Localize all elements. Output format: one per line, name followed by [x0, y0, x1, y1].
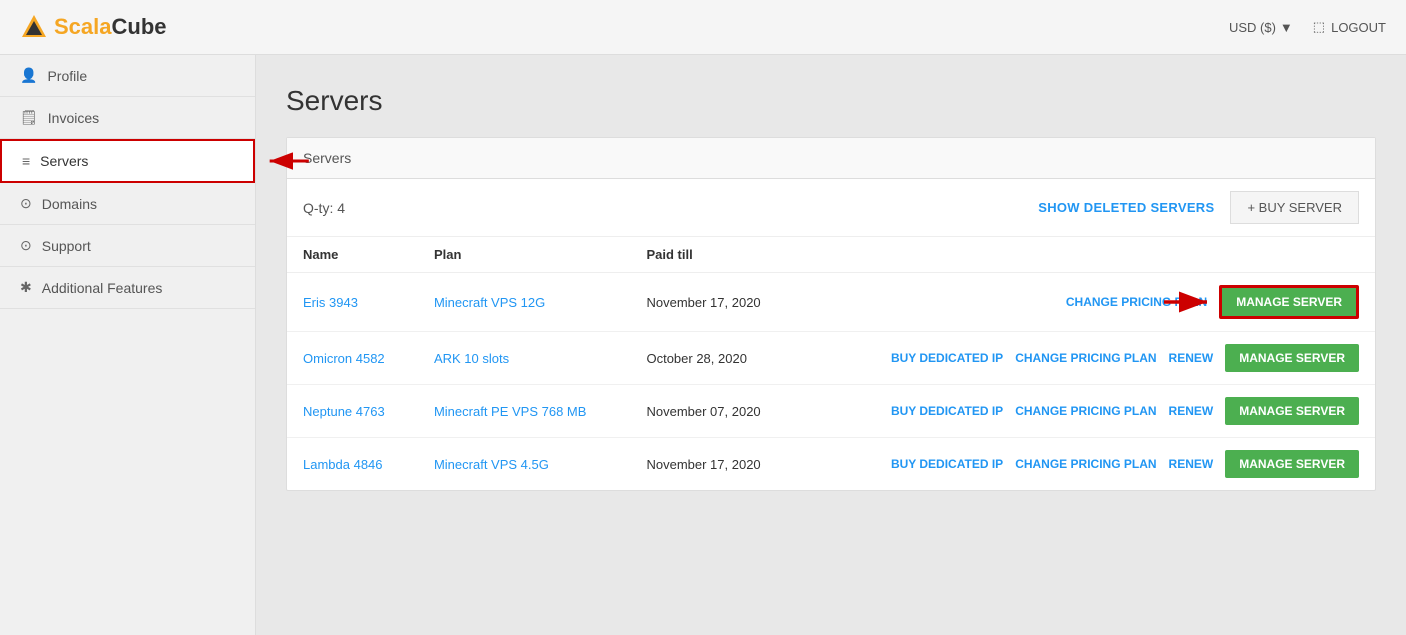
show-deleted-servers-button[interactable]: SHOW DELETED SERVERS: [1038, 200, 1214, 215]
sidebar-item-servers[interactable]: ≡ Servers: [0, 139, 255, 183]
renew-button[interactable]: RENEW: [1169, 457, 1214, 471]
manage-server-container: MANAGE SERVER: [1225, 397, 1359, 425]
manage-server-container: MANAGE SERVER: [1219, 285, 1359, 319]
buy-dedicated-ip-button[interactable]: BUY DEDICATED IP: [891, 351, 1003, 365]
support-icon: ⊙: [20, 237, 32, 254]
logout-label: LOGOUT: [1331, 20, 1386, 35]
currency-selector[interactable]: USD ($) ▼: [1229, 20, 1293, 35]
buy-server-button[interactable]: + BUY SERVER: [1230, 191, 1359, 224]
manage-server-button[interactable]: MANAGE SERVER: [1225, 450, 1359, 478]
server-name-link[interactable]: Lambda 4846: [303, 457, 383, 472]
main-content: Servers Servers Q-ty: 4 SHOW DELETED SER…: [256, 55, 1406, 635]
logo-cube-text: Cube: [112, 14, 167, 40]
layout: 👤 Profile 🗒 Invoices ≡ Servers ⊙ Domains: [0, 55, 1406, 635]
cell-paid-till: November 07, 2020: [630, 385, 798, 438]
server-name-link[interactable]: Omicron 4582: [303, 351, 385, 366]
server-plan-link[interactable]: Minecraft VPS 4.5G: [434, 457, 549, 472]
sidebar: 👤 Profile 🗒 Invoices ≡ Servers ⊙ Domains: [0, 55, 256, 635]
logo-icon: [20, 13, 48, 41]
sidebar-item-profile[interactable]: 👤 Profile: [0, 55, 255, 97]
cell-paid-till: November 17, 2020: [630, 438, 798, 491]
servers-arrow-annotation: [263, 146, 313, 176]
manage-server-container: MANAGE SERVER: [1225, 344, 1359, 372]
col-actions: [799, 237, 1375, 273]
server-plan-link[interactable]: Minecraft VPS 12G: [434, 295, 545, 310]
manage-server-container: MANAGE SERVER: [1225, 450, 1359, 478]
col-paid-till: Paid till: [630, 237, 798, 273]
domains-icon: ⊙: [20, 195, 32, 212]
sidebar-item-profile-label: Profile: [47, 68, 87, 84]
action-cell: BUY DEDICATED IP CHANGE PRICING PLAN RENEW…: [815, 344, 1359, 372]
cell-actions: CHANGE PRICING PLAN MANAGE SERVER: [799, 273, 1375, 332]
sidebar-item-additional-features[interactable]: ✱ Additional Features: [0, 267, 255, 309]
manage-server-button[interactable]: MANAGE SERVER: [1219, 285, 1359, 319]
sidebar-item-invoices-label: Invoices: [48, 110, 99, 126]
table-row: Omicron 4582 ARK 10 slots October 28, 2020…: [287, 332, 1375, 385]
cell-name: Eris 3943: [287, 273, 418, 332]
change-pricing-plan-button[interactable]: CHANGE PRICING PLAN: [1015, 457, 1156, 471]
action-cell: BUY DEDICATED IP CHANGE PRICING PLAN RENEW…: [815, 397, 1359, 425]
servers-table: Name Plan Paid till Eris 3943 Minecraft V…: [287, 237, 1375, 490]
table-header-row: Name Plan Paid till: [287, 237, 1375, 273]
panel-header: Servers: [287, 138, 1375, 179]
action-cell: BUY DEDICATED IP CHANGE PRICING PLAN RENEW…: [815, 450, 1359, 478]
cell-actions: BUY DEDICATED IP CHANGE PRICING PLAN RENEW…: [799, 332, 1375, 385]
cell-name: Omicron 4582: [287, 332, 418, 385]
qty-label: Q-ty: 4: [303, 200, 345, 216]
buy-dedicated-ip-button[interactable]: BUY DEDICATED IP: [891, 457, 1003, 471]
servers-panel: Servers Q-ty: 4 SHOW DELETED SERVERS + B…: [286, 137, 1376, 491]
cell-plan: ARK 10 slots: [418, 332, 631, 385]
col-name: Name: [287, 237, 418, 273]
buy-dedicated-ip-button[interactable]: BUY DEDICATED IP: [891, 404, 1003, 418]
action-cell: CHANGE PRICING PLAN MANAGE SERVER: [815, 285, 1359, 319]
sidebar-item-support[interactable]: ⊙ Support: [0, 225, 255, 267]
sidebar-item-invoices[interactable]: 🗒 Invoices: [0, 97, 255, 139]
currency-dropdown-icon: ▼: [1280, 20, 1293, 35]
manage-server-button[interactable]: MANAGE SERVER: [1225, 397, 1359, 425]
server-plan-link[interactable]: ARK 10 slots: [434, 351, 509, 366]
server-name-link[interactable]: Neptune 4763: [303, 404, 385, 419]
change-pricing-plan-button[interactable]: CHANGE PRICING PLAN: [1015, 404, 1156, 418]
header-right: USD ($) ▼ ⬚ LOGOUT: [1229, 19, 1386, 35]
invoices-icon: 🗒: [20, 109, 38, 126]
table-row: Neptune 4763 Minecraft PE VPS 768 MB Novem…: [287, 385, 1375, 438]
person-icon: 👤: [20, 67, 37, 84]
server-plan-link[interactable]: Minecraft PE VPS 768 MB: [434, 404, 586, 419]
manage-server-arrow-annotation: [1159, 288, 1214, 316]
sidebar-item-domains[interactable]: ⊙ Domains: [0, 183, 255, 225]
toolbar-right: SHOW DELETED SERVERS + BUY SERVER: [1038, 191, 1359, 224]
sidebar-item-support-label: Support: [42, 238, 91, 254]
cell-actions: BUY DEDICATED IP CHANGE PRICING PLAN RENEW…: [799, 385, 1375, 438]
logo: ScalaCube: [20, 13, 167, 41]
cell-paid-till: October 28, 2020: [630, 332, 798, 385]
logout-icon: ⬚: [1313, 19, 1325, 35]
change-pricing-plan-button[interactable]: CHANGE PRICING PLAN: [1015, 351, 1156, 365]
sidebar-item-additional-features-label: Additional Features: [42, 280, 163, 296]
renew-button[interactable]: RENEW: [1169, 351, 1214, 365]
logo-scala-text: Scala: [54, 14, 112, 40]
logout-button[interactable]: ⬚ LOGOUT: [1313, 19, 1386, 35]
panel-toolbar: Q-ty: 4 SHOW DELETED SERVERS + BUY SERVE…: [287, 179, 1375, 237]
table-row: Lambda 4846 Minecraft VPS 4.5G November 17…: [287, 438, 1375, 491]
sidebar-item-servers-label: Servers: [40, 153, 88, 169]
header: ScalaCube USD ($) ▼ ⬚ LOGOUT: [0, 0, 1406, 55]
table-row: Eris 3943 Minecraft VPS 12G November 17, 2…: [287, 273, 1375, 332]
cell-name: Lambda 4846: [287, 438, 418, 491]
cell-plan: Minecraft VPS 4.5G: [418, 438, 631, 491]
server-name-link[interactable]: Eris 3943: [303, 295, 358, 310]
page-title: Servers: [286, 85, 1376, 117]
col-plan: Plan: [418, 237, 631, 273]
cell-name: Neptune 4763: [287, 385, 418, 438]
manage-server-button[interactable]: MANAGE SERVER: [1225, 344, 1359, 372]
cell-paid-till: November 17, 2020: [630, 273, 798, 332]
additional-features-icon: ✱: [20, 279, 32, 296]
cell-plan: Minecraft VPS 12G: [418, 273, 631, 332]
cell-plan: Minecraft PE VPS 768 MB: [418, 385, 631, 438]
sidebar-item-domains-label: Domains: [42, 196, 97, 212]
renew-button[interactable]: RENEW: [1169, 404, 1214, 418]
cell-actions: BUY DEDICATED IP CHANGE PRICING PLAN RENEW…: [799, 438, 1375, 491]
servers-icon: ≡: [22, 153, 30, 169]
currency-label: USD ($): [1229, 20, 1276, 35]
